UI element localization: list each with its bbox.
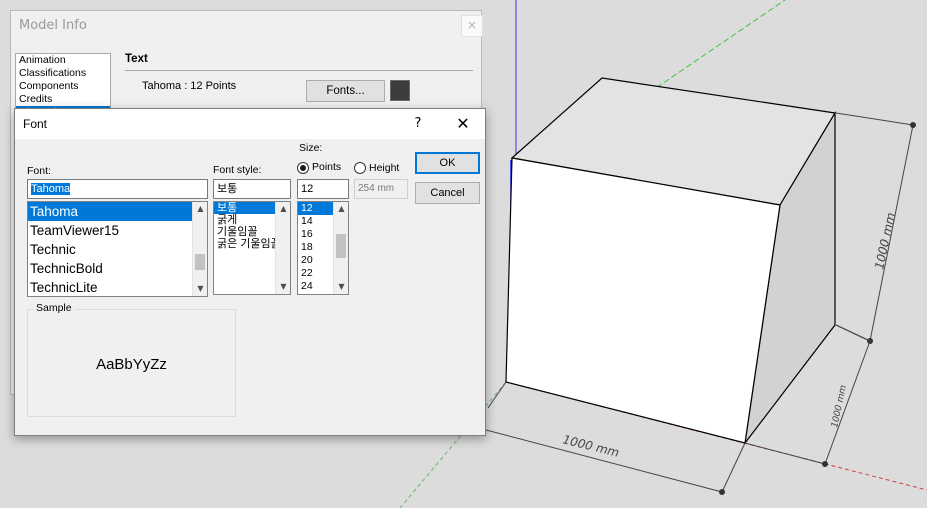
section-heading: Text bbox=[125, 53, 148, 65]
font-style-label: Font style: bbox=[213, 164, 262, 176]
height-input: 254 mm bbox=[354, 179, 408, 199]
size-list-item[interactable]: 14 bbox=[298, 215, 333, 228]
font-list-scrollbar[interactable]: ▲ ▼ bbox=[192, 202, 207, 296]
height-label: Height bbox=[369, 162, 400, 174]
text-font-description: Tahoma : 12 Points bbox=[142, 80, 237, 92]
dim-vertical-tick-top bbox=[910, 122, 916, 128]
scroll-up-arrow-icon[interactable]: ▲ bbox=[276, 202, 290, 216]
font-name-value: Tahoma bbox=[31, 183, 71, 195]
ok-button[interactable]: OK bbox=[415, 152, 480, 174]
style-list-item[interactable]: 기울임꼴 bbox=[214, 226, 275, 238]
points-radio[interactable] bbox=[297, 162, 309, 174]
scroll-down-arrow-icon[interactable]: ▼ bbox=[276, 280, 290, 294]
size-list-item[interactable]: 20 bbox=[298, 254, 333, 267]
style-list-scrollbar[interactable]: ▲ ▼ bbox=[275, 202, 290, 294]
points-label: Points bbox=[312, 161, 342, 173]
dim-bottom-tick-right bbox=[719, 489, 725, 495]
model-info-close-button[interactable]: × bbox=[461, 15, 483, 37]
size-list-item[interactable]: 12 bbox=[298, 202, 333, 215]
font-label: Font: bbox=[27, 165, 51, 177]
font-list-item[interactable]: TechnicBold bbox=[28, 259, 192, 278]
style-list-item[interactable]: 굵게 bbox=[214, 214, 275, 226]
size-items: 12 14 16 18 20 22 24 bbox=[298, 202, 333, 293]
font-dialog-titlebar: Font ? ✕ bbox=[15, 109, 485, 139]
font-dialog[interactable]: Font ? ✕ Font: Tahoma Tahoma TeamViewer15… bbox=[14, 108, 486, 436]
model-info-title: Model Info bbox=[19, 18, 87, 33]
size-list[interactable]: 12 14 16 18 20 22 24 ▲ ▼ bbox=[297, 201, 349, 295]
help-button[interactable]: ? bbox=[411, 114, 425, 134]
style-list-item[interactable]: 굵은 기울임꼴 bbox=[214, 238, 281, 250]
font-name-list[interactable]: Tahoma TeamViewer15 Technic TechnicBold Tech… bbox=[27, 201, 208, 297]
size-list-item[interactable]: 22 bbox=[298, 267, 333, 280]
cancel-button[interactable]: Cancel bbox=[415, 182, 480, 204]
scroll-up-arrow-icon[interactable]: ▲ bbox=[334, 202, 348, 216]
dim-depth-tick-bottom bbox=[822, 461, 828, 467]
sample-label: Sample bbox=[34, 302, 74, 314]
style-items: 보통 굵게 기울임꼴 굵은 기울임꼴 bbox=[214, 202, 281, 250]
font-list-item[interactable]: TeamViewer15 bbox=[28, 221, 192, 240]
font-list-item[interactable]: Technic bbox=[28, 240, 192, 259]
model-info-category-item[interactable]: Animation bbox=[16, 54, 110, 67]
size-list-item[interactable]: 18 bbox=[298, 241, 333, 254]
font-name-input[interactable]: Tahoma bbox=[27, 179, 208, 199]
scroll-down-arrow-icon[interactable]: ▼ bbox=[334, 280, 348, 294]
font-dialog-title: Font bbox=[23, 117, 48, 131]
scroll-down-arrow-icon[interactable]: ▼ bbox=[193, 282, 207, 296]
font-items: Tahoma TeamViewer15 Technic TechnicBold Tech… bbox=[28, 202, 192, 296]
close-button[interactable]: ✕ bbox=[450, 112, 476, 136]
scroll-thumb[interactable] bbox=[336, 234, 346, 258]
sample-text: AaBbYyZz bbox=[96, 356, 167, 373]
fonts-button[interactable]: Fonts... bbox=[306, 80, 385, 102]
size-list-item[interactable]: 16 bbox=[298, 228, 333, 241]
sample-group: Sample AaBbYyZz bbox=[27, 302, 236, 417]
size-input[interactable]: 12 bbox=[297, 179, 349, 199]
style-list-item[interactable]: 보통 bbox=[214, 202, 275, 214]
text-color-swatch[interactable] bbox=[390, 80, 410, 101]
model-info-category-item[interactable]: Components bbox=[16, 80, 110, 93]
font-style-input[interactable]: 보통 bbox=[213, 179, 291, 199]
size-list-scrollbar[interactable]: ▲ ▼ bbox=[333, 202, 348, 294]
size-label: Size: bbox=[299, 142, 323, 154]
size-list-item[interactable]: 24 bbox=[298, 280, 333, 293]
scroll-up-arrow-icon[interactable]: ▲ bbox=[193, 202, 207, 216]
model-info-category-item[interactable]: Classifications bbox=[16, 67, 110, 80]
height-radio[interactable] bbox=[354, 162, 366, 174]
font-list-item[interactable]: Tahoma bbox=[28, 202, 192, 221]
font-list-item[interactable]: TechnicLite bbox=[28, 278, 192, 296]
scroll-thumb[interactable] bbox=[195, 254, 205, 270]
font-style-list[interactable]: 보통 굵게 기울임꼴 굵은 기울임꼴 ▲ ▼ bbox=[213, 201, 291, 295]
model-info-category-item[interactable]: Credits bbox=[16, 93, 110, 106]
section-divider bbox=[125, 70, 473, 71]
